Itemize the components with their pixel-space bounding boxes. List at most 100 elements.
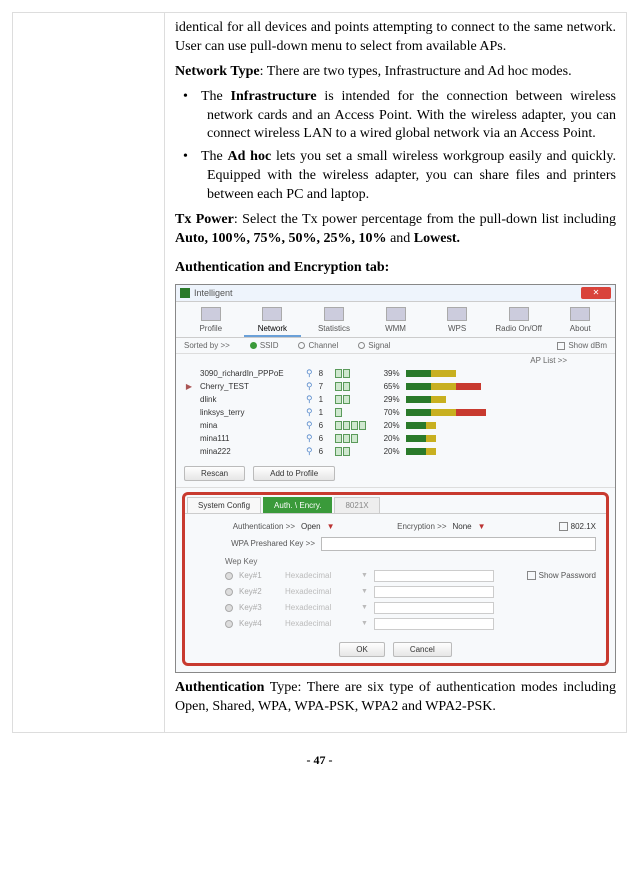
channel-icon: ⚲ [306, 381, 313, 392]
dot1x-checkbox[interactable]: 802.1X [559, 522, 596, 531]
ap-signal-pct: 20% [372, 421, 400, 430]
ok-button[interactable]: OK [339, 642, 385, 657]
tab-statistics[interactable]: Statistics [305, 306, 363, 337]
ap-row[interactable]: mina222⚲620% [184, 445, 607, 458]
selected-arrow-icon: ▶ [184, 382, 194, 391]
cancel-button[interactable]: Cancel [393, 642, 452, 657]
chevron-down-icon: ▼ [361, 604, 368, 611]
ap-ssid: 3090_richardIn_PPPoE [200, 369, 300, 378]
wep-radio[interactable] [225, 572, 233, 580]
close-button[interactable]: ✕ [581, 287, 611, 299]
encryption-icons [335, 434, 366, 443]
wep-key-label: Key#3 [239, 603, 279, 612]
ap-channel: 8 [319, 369, 329, 378]
tab-system-config[interactable]: System Config [187, 497, 261, 513]
wmm-icon [386, 307, 406, 321]
wep-type-dropdown[interactable]: Hexadecimal [285, 571, 355, 580]
ap-buttons: Rescan Add to Profile [176, 462, 615, 488]
ap-channel: 6 [319, 447, 329, 456]
sort-bar: Sorted by >> SSID Channel Signal Show dBm [176, 338, 615, 354]
wep-type-dropdown[interactable]: Hexadecimal [285, 619, 355, 628]
tab-label: Network [244, 324, 302, 333]
chevron-down-icon: ▼ [361, 572, 368, 579]
show-dbm-checkbox[interactable]: Show dBm [557, 341, 607, 350]
ap-ssid: Cherry_TEST [200, 382, 300, 391]
sort-channel[interactable]: Channel [298, 341, 338, 350]
tab-wmm[interactable]: WMM [367, 306, 425, 337]
main-tabs: Profile NetworkStatisticsWMMWPS Radio On/O… [176, 302, 615, 338]
ap-signal-bar [406, 448, 526, 455]
wep-type-dropdown[interactable]: Hexadecimal [285, 587, 355, 596]
wep-radio[interactable] [225, 604, 233, 612]
ap-ssid: dlink [200, 395, 300, 404]
wep-key-input[interactable] [374, 586, 494, 598]
wep-key-label: Key#4 [239, 619, 279, 628]
chevron-down-icon: ▼ [327, 522, 335, 531]
wep-key-input[interactable] [374, 602, 494, 614]
enc-dropdown[interactable]: None ▼ [453, 522, 486, 531]
channel-icon: ⚲ [306, 446, 313, 457]
ap-row[interactable]: dlink ⚲ 1 29% [184, 393, 607, 406]
wep-key-input[interactable] [374, 570, 494, 582]
ap-row[interactable]: 3090_richardIn_PPPoE⚲839% [184, 367, 607, 380]
channel-icon: ⚲ [306, 368, 313, 379]
tab-8021x[interactable]: 8021X [334, 497, 379, 513]
wep-radio[interactable] [225, 620, 233, 628]
ap-row[interactable]: linksys_terry⚲170% [184, 406, 607, 419]
sort-signal[interactable]: Signal [358, 341, 390, 350]
profile-icon [201, 307, 221, 321]
ap-row[interactable]: mina⚲620% [184, 419, 607, 432]
tab-label: Profile [182, 324, 240, 333]
add-profile-button[interactable]: Add to Profile [253, 466, 335, 481]
ap-signal-bar [406, 370, 526, 377]
sort-label: Sorted by >> [184, 341, 230, 350]
ap-row[interactable]: ▶Cherry_TEST⚲765% [184, 380, 607, 393]
wps-icon [447, 307, 467, 321]
tab-wps[interactable]: WPS [428, 306, 486, 337]
tab-network[interactable]: Network [244, 306, 302, 337]
auth-label: Authentication >> [195, 522, 295, 531]
tab-label: WPS [428, 324, 486, 333]
page-number: - 47 - [12, 753, 627, 768]
ap-signal-bar [406, 396, 526, 403]
rescan-button[interactable]: Rescan [184, 466, 245, 481]
ap-signal-bar [406, 383, 526, 390]
ap-list-label: AP List >> [176, 354, 615, 365]
tab-about[interactable]: About [551, 306, 609, 337]
ap-signal-pct: 20% [372, 447, 400, 456]
window-title: Intelligent [194, 288, 581, 298]
auth-encrypt-heading: Authentication and Encryption tab: [175, 259, 616, 278]
wep-section: Wep Key Key#1Hexadecimal▼Show PasswordKe… [195, 557, 596, 630]
tab-auth-encry[interactable]: Auth. \ Encry. [263, 497, 332, 513]
tab-radio-on-off[interactable]: Radio On/Off [490, 306, 548, 337]
sort-ssid[interactable]: SSID [250, 341, 279, 350]
ok-cancel-row: OK Cancel [185, 638, 606, 663]
ap-signal-pct: 29% [372, 395, 400, 404]
ap-signal-pct: 70% [372, 408, 400, 417]
channel-icon: ⚲ [306, 420, 313, 431]
wep-type-dropdown[interactable]: Hexadecimal [285, 603, 355, 612]
right-column: identical for all devices and points att… [165, 13, 626, 732]
ap-signal-pct: 20% [372, 434, 400, 443]
ap-signal-bar [406, 409, 526, 416]
tab-label: About [551, 324, 609, 333]
psk-label: WPA Preshared Key >> [195, 539, 315, 548]
wep-radio[interactable] [225, 588, 233, 596]
ap-signal-pct: 65% [372, 382, 400, 391]
channel-icon: ⚲ [306, 394, 313, 405]
ap-ssid: linksys_terry [200, 408, 300, 417]
wep-key-label: Key#2 [239, 587, 279, 596]
tab-profile[interactable]: Profile [182, 306, 240, 337]
wep-key-row: Key#1Hexadecimal▼Show Password [195, 570, 596, 582]
auth-dropdown[interactable]: Open ▼ [301, 522, 335, 531]
app-icon [180, 288, 190, 298]
wep-key-input[interactable] [374, 618, 494, 630]
about-icon [570, 307, 590, 321]
psk-input[interactable] [321, 537, 596, 551]
ap-row[interactable]: mina111⚲620% [184, 432, 607, 445]
enc-label: Encryption >> [377, 522, 447, 531]
encryption-icons [335, 421, 366, 430]
show-password-checkbox[interactable]: Show Password [527, 571, 596, 580]
ap-channel: 1 [319, 395, 329, 404]
encryption-icons [335, 408, 366, 417]
